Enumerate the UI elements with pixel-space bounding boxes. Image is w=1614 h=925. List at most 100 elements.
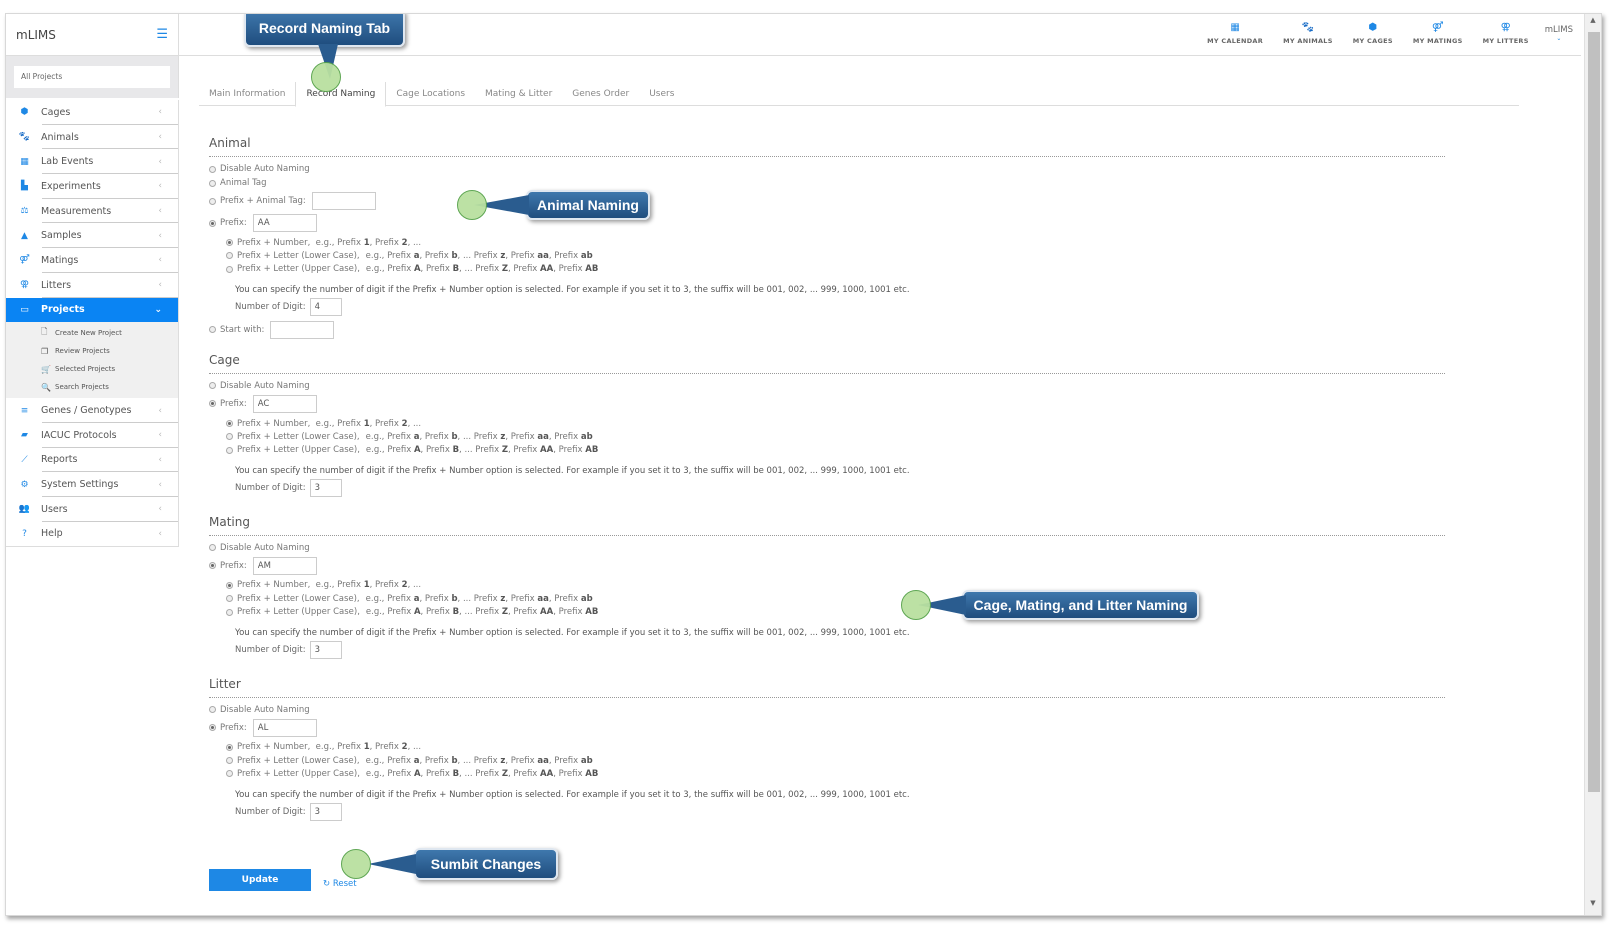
mating-digits-input[interactable]	[309, 640, 342, 659]
mating-prefix-option[interactable]: Prefix:	[209, 556, 1445, 575]
radio-button[interactable]	[209, 179, 216, 187]
sidebar-item-projects[interactable]: ▭ Projects ⌄	[6, 297, 178, 323]
animal-start-with-option[interactable]: Start with:	[209, 320, 1445, 339]
sidebar-item-help[interactable]: ? Help ‹	[6, 522, 178, 547]
project-filter-input[interactable]	[14, 65, 170, 88]
digit-hint: You can specify the number of digit if t…	[235, 284, 910, 295]
submenu-selected-projects[interactable]: 🛒 Selected Projects	[6, 360, 178, 378]
radio-button[interactable]	[226, 757, 233, 765]
radio-button[interactable]	[226, 608, 233, 616]
radio-button[interactable]	[226, 239, 233, 247]
animal-prefix-input[interactable]	[252, 214, 317, 232]
radio-button[interactable]	[209, 724, 216, 732]
radio-button[interactable]	[226, 446, 233, 454]
radio-button[interactable]	[226, 595, 233, 603]
reset-button[interactable]: ↻ Reset	[323, 877, 357, 891]
sidebar-item-reports[interactable]: ⟋ Reports ‹	[6, 448, 178, 473]
animal-prefix-upper-option[interactable]: Prefix + Letter (Upper Case), e.g., Prefi…	[226, 263, 1445, 276]
animal-prefix-option[interactable]: Prefix:	[209, 214, 1445, 232]
animal-digits-input[interactable]	[309, 297, 342, 316]
example-text: , Prefix	[553, 445, 586, 456]
radio-button[interactable]	[226, 770, 233, 778]
mating-disable-option[interactable]: Disable Auto Naming	[209, 543, 1445, 553]
animal-tag-option[interactable]: Animal Tag	[209, 178, 1445, 188]
hamburger-menu-icon[interactable]: ☰	[156, 27, 168, 42]
sidebar-item-cages[interactable]: ⬢ Cages ‹	[6, 100, 178, 125]
cage-prefix-lower-option[interactable]: Prefix + Letter (Lower Case), e.g., Prefi…	[226, 430, 1445, 443]
user-menu[interactable]: mLIMS ⌄	[1539, 22, 1573, 45]
radio-button[interactable]	[226, 743, 233, 751]
litter-prefix-lower-option[interactable]: Prefix + Letter (Lower Case), e.g., Prefi…	[226, 754, 1445, 767]
litter-disable-option[interactable]: Disable Auto Naming	[209, 705, 1445, 715]
scroll-down-arrow-icon[interactable]: ▼	[1585, 899, 1601, 913]
radio-button[interactable]	[209, 219, 216, 227]
sidebar-item-system-settings[interactable]: ⚙ System Settings ‹	[6, 472, 178, 497]
mating-prefix-lower-option[interactable]: Prefix + Letter (Lower Case), e.g., Prefi…	[226, 592, 1445, 605]
sidebar-item-genes-genotypes[interactable]: ≡ Genes / Genotypes ‹	[6, 398, 178, 423]
radio-button[interactable]	[209, 382, 216, 390]
sidebar-item-samples[interactable]: ▲ Samples ‹	[6, 223, 178, 248]
tab-record-naming[interactable]: Record Naming	[295, 82, 387, 107]
quick-link-my-matings[interactable]: ⚤ MY MATINGS	[1403, 22, 1473, 45]
quick-link-my-litters[interactable]: ⚢ MY LITTERS	[1473, 22, 1539, 45]
animal-disable-option[interactable]: Disable Auto Naming	[209, 164, 1445, 174]
example-text: e.g., Prefix	[310, 580, 364, 591]
radio-button[interactable]	[226, 252, 233, 260]
option-label: Prefix + Letter (Upper Case),	[237, 768, 360, 779]
litter-prefix-upper-option[interactable]: Prefix + Letter (Upper Case), e.g., Prefi…	[226, 767, 1445, 780]
radio-button[interactable]	[209, 165, 216, 173]
litter-prefix-input[interactable]	[252, 718, 317, 737]
update-button[interactable]: Update	[209, 869, 311, 891]
animal-prefix-number-option[interactable]: Prefix + Number, e.g., Prefix 1, Prefix …	[226, 236, 1445, 249]
quick-link-my-cages[interactable]: ⬢ MY CAGES	[1343, 22, 1403, 45]
radio-button[interactable]	[209, 562, 216, 570]
litter-digits-input[interactable]	[309, 802, 342, 821]
tab-users[interactable]: Users	[639, 82, 684, 106]
radio-button[interactable]	[209, 197, 216, 205]
cage-prefix-input[interactable]	[252, 394, 317, 413]
tab-cage-locations[interactable]: Cage Locations	[386, 82, 475, 106]
tab-genes-order[interactable]: Genes Order	[562, 82, 639, 106]
animal-prefix-lower-option[interactable]: Prefix + Letter (Lower Case), e.g., Prefi…	[226, 249, 1445, 262]
example-text: , Prefix	[419, 593, 452, 604]
sidebar-item-matings[interactable]: ⚤ Matings ‹	[6, 248, 178, 273]
scrollbar-thumb[interactable]	[1588, 32, 1600, 792]
cage-disable-option[interactable]: Disable Auto Naming	[209, 381, 1445, 391]
sidebar-item-experiments[interactable]: ▙ Experiments ‹	[6, 174, 178, 199]
start-with-input[interactable]	[270, 320, 335, 339]
cage-prefix-number-option[interactable]: Prefix + Number, e.g., Prefix 1, Prefix …	[226, 417, 1445, 430]
submenu-search-projects[interactable]: 🔍 Search Projects	[6, 378, 178, 396]
submenu-create-new-project[interactable]: 🗋 Create New Project	[6, 324, 178, 342]
quick-link-my-calendar[interactable]: ▦ MY CALENDAR	[1197, 22, 1273, 45]
sidebar-item-lab-events[interactable]: ▦ Lab Events ‹	[6, 149, 178, 174]
sidebar-item-litters[interactable]: ⚢ Litters ‹	[6, 273, 178, 298]
radio-button[interactable]	[226, 433, 233, 441]
tab-main-information[interactable]: Main Information	[199, 82, 295, 106]
cage-prefix-upper-option[interactable]: Prefix + Letter (Upper Case), e.g., Prefi…	[226, 443, 1445, 456]
cage-digits-input[interactable]	[309, 478, 342, 497]
sidebar-item-users[interactable]: 👥 Users ‹	[6, 497, 178, 522]
sidebar-item-animals[interactable]: 🐾 Animals ‹	[6, 125, 178, 150]
tab-mating-litter[interactable]: Mating & Litter	[475, 82, 562, 106]
submenu-review-projects[interactable]: ❐ Review Projects	[6, 342, 178, 360]
radio-button[interactable]	[226, 265, 233, 273]
litter-prefix-option[interactable]: Prefix:	[209, 718, 1445, 737]
sidebar-item-iacuc-protocols[interactable]: ▰ IACUC Protocols ‹	[6, 423, 178, 448]
mating-prefix-upper-option[interactable]: Prefix + Letter (Upper Case), e.g., Prefi…	[226, 605, 1445, 618]
radio-button[interactable]	[209, 400, 216, 408]
mating-prefix-number-option[interactable]: Prefix + Number, e.g., Prefix 1, Prefix …	[226, 579, 1445, 592]
radio-button[interactable]	[226, 420, 233, 428]
litter-prefix-number-option[interactable]: Prefix + Number, e.g., Prefix 1, Prefix …	[226, 741, 1445, 754]
radio-button[interactable]	[226, 581, 233, 589]
radio-button[interactable]	[209, 706, 216, 714]
prefix-animal-tag-input[interactable]	[311, 192, 376, 210]
quick-link-my-animals[interactable]: 🐾 MY ANIMALS	[1273, 22, 1343, 45]
scroll-up-arrow-icon[interactable]: ▲	[1585, 16, 1601, 30]
sidebar-item-measurements[interactable]: ⚖ Measurements ‹	[6, 199, 178, 224]
vertical-scrollbar[interactable]: ▲ ▼	[1584, 14, 1601, 915]
radio-button[interactable]	[209, 326, 216, 334]
radio-button[interactable]	[209, 544, 216, 552]
animal-prefix-tag-option[interactable]: Prefix + Animal Tag:	[209, 192, 1445, 210]
cage-prefix-option[interactable]: Prefix:	[209, 394, 1445, 413]
mating-prefix-input[interactable]	[252, 556, 317, 575]
